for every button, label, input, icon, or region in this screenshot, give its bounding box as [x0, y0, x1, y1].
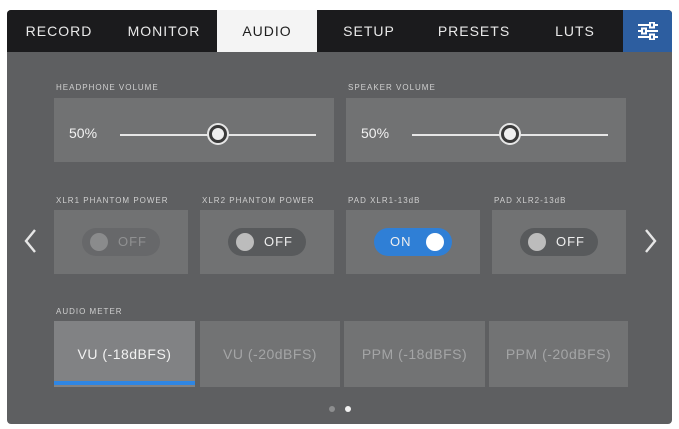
xlr1-phantom-power-toggle[interactable]: OFF: [82, 228, 160, 256]
speaker-volume-slider[interactable]: 50%: [346, 98, 626, 162]
toggle-state: OFF: [118, 234, 147, 249]
toggle-knob: [528, 233, 546, 251]
tab-setup[interactable]: SETUP: [317, 10, 421, 52]
menu-button[interactable]: [623, 10, 672, 52]
toggle-knob: [236, 233, 254, 251]
meter-option-vu-18[interactable]: VU (-18dBFS): [54, 321, 195, 387]
sliders-icon: [637, 22, 658, 40]
tab-presets[interactable]: PRESETS: [421, 10, 527, 52]
tab-monitor[interactable]: MONITOR: [111, 10, 217, 52]
xlr1-phantom-power-label: XLR1 PHANTOM POWER: [56, 196, 169, 205]
meter-option-vu-20[interactable]: VU (-20dBFS): [200, 321, 340, 387]
pad-xlr2-panel: OFF: [492, 210, 626, 274]
tab-audio[interactable]: AUDIO: [217, 10, 317, 52]
speaker-volume-label: SPEAKER VOLUME: [348, 83, 436, 92]
tab-record[interactable]: RECORD: [7, 10, 111, 52]
tab-bar: RECORD MONITOR AUDIO SETUP PRESETS LUTS: [7, 10, 672, 52]
toggle-state: ON: [390, 234, 412, 249]
page-dot-2[interactable]: [345, 406, 351, 412]
headphone-volume-value: 50%: [69, 125, 98, 141]
speaker-volume-value: 50%: [361, 125, 390, 141]
xlr2-phantom-power-panel: OFF: [200, 210, 334, 274]
toggle-knob: [426, 233, 444, 251]
pad-xlr1-panel: ON: [346, 210, 480, 274]
page-dot-1[interactable]: [329, 406, 335, 412]
xlr2-phantom-power-label: XLR2 PHANTOM POWER: [202, 196, 315, 205]
chevron-left-icon[interactable]: [21, 226, 41, 256]
chevron-right-icon[interactable]: [640, 226, 660, 256]
pad-xlr1-toggle[interactable]: ON: [374, 228, 452, 256]
toggle-knob: [90, 233, 108, 251]
headphone-volume-knob[interactable]: [209, 125, 227, 143]
xlr1-phantom-power-panel: OFF: [54, 210, 188, 274]
meter-option-ppm-20[interactable]: PPM (-20dBFS): [489, 321, 628, 387]
headphone-volume-label: HEADPHONE VOLUME: [56, 83, 159, 92]
selected-meter-indicator: [54, 381, 195, 385]
audio-settings-screen: RECORD MONITOR AUDIO SETUP PRESETS LUTS …: [7, 10, 672, 424]
pad-xlr2-label: PAD XLR2-13dB: [494, 196, 567, 205]
toggle-state: OFF: [556, 234, 585, 249]
toggle-state: OFF: [264, 234, 293, 249]
meter-option-ppm-18[interactable]: PPM (-18dBFS): [344, 321, 485, 387]
tab-luts[interactable]: LUTS: [527, 10, 623, 52]
audio-meter-label: AUDIO METER: [56, 307, 123, 316]
pad-xlr1-label: PAD XLR1-13dB: [348, 196, 421, 205]
headphone-volume-slider[interactable]: 50%: [54, 98, 334, 162]
pad-xlr2-toggle[interactable]: OFF: [520, 228, 598, 256]
speaker-volume-knob[interactable]: [501, 125, 519, 143]
xlr2-phantom-power-toggle[interactable]: OFF: [228, 228, 306, 256]
